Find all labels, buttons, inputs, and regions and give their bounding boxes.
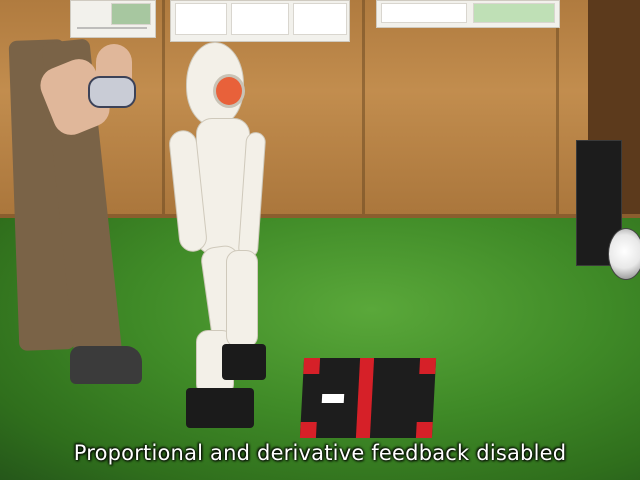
poster-panel [473,3,555,23]
poster [376,0,560,28]
poster-image [111,3,151,25]
wall-seam [556,0,559,222]
notebook-corner [415,422,433,438]
wall-seam [362,0,365,222]
robot-face [213,74,245,108]
poster [170,0,350,42]
video-frame: Proportional and derivative feedback dis… [0,0,640,480]
notebook-corner [419,358,437,374]
robot-leg [226,250,258,348]
robot-foot [222,344,266,380]
wall-seam [162,0,165,222]
poster-text-line [77,27,147,29]
game-controller [88,76,136,108]
poster-panel [175,3,227,35]
notebook-corner [299,422,317,438]
poster-panel [293,3,347,35]
notebook-label [321,394,345,403]
video-caption: Proportional and derivative feedback dis… [73,441,567,465]
poster-panel [231,3,289,35]
soccer-ball [608,228,640,280]
notebook-spine [355,358,375,438]
person-shoe [70,346,142,384]
robot-foot [186,388,254,428]
poster [70,0,156,38]
notebook-corner [303,358,321,374]
poster-panel [381,3,467,23]
notebook [299,358,437,438]
